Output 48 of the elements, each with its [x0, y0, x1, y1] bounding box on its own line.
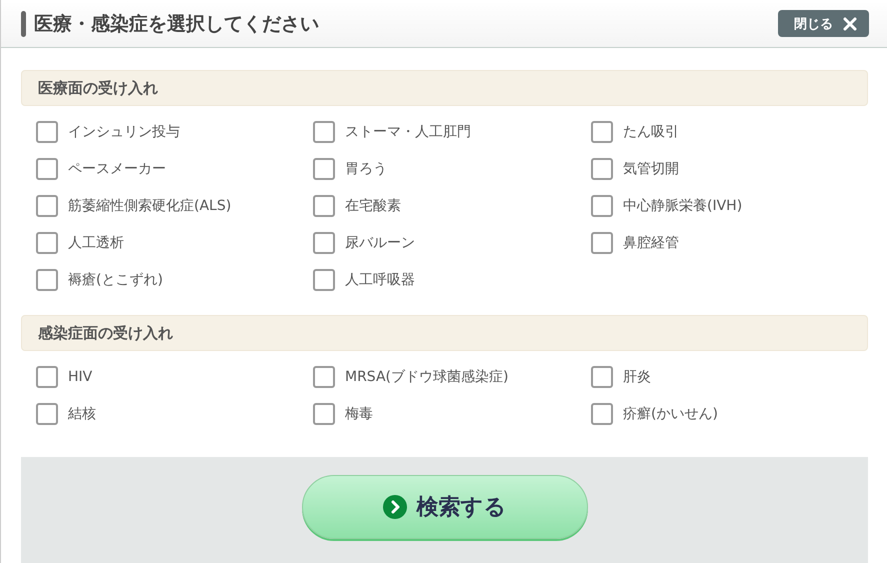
- checkbox[interactable]: [591, 402, 613, 424]
- checkbox[interactable]: [313, 268, 335, 290]
- checkbox-label: 人工透析: [68, 234, 124, 252]
- checkbox[interactable]: [313, 402, 335, 424]
- checkbox-label: 尿バルーン: [345, 234, 415, 252]
- checkbox-label: 結核: [68, 404, 96, 422]
- checkbox-label: 疥癬(かいせん): [623, 404, 718, 422]
- checkbox[interactable]: [591, 194, 613, 216]
- checkbox[interactable]: [591, 366, 613, 388]
- search-button[interactable]: 検索する: [302, 475, 588, 539]
- checkbox[interactable]: [313, 232, 335, 254]
- close-icon: [843, 16, 857, 30]
- checkbox[interactable]: [36, 366, 58, 388]
- checkbox-label: 鼻腔経管: [623, 234, 679, 252]
- checkbox-label: 梅毒: [345, 404, 373, 422]
- checkbox[interactable]: [36, 402, 58, 424]
- checkbox-label: 肝炎: [623, 368, 651, 386]
- checkbox[interactable]: [591, 158, 613, 180]
- checkbox-label: ストーマ・人工肛門: [345, 122, 471, 140]
- checkbox[interactable]: [36, 120, 58, 142]
- checkbox-label: 気管切開: [623, 160, 679, 178]
- close-button[interactable]: 閉じる: [778, 10, 869, 37]
- checkbox[interactable]: [36, 158, 58, 180]
- dialog-title: 医療・感染症を選択してください: [34, 12, 320, 36]
- chevron-icon: [382, 495, 406, 519]
- checkbox[interactable]: [36, 268, 58, 290]
- checkbox-label: 在宅酸素: [345, 196, 401, 214]
- checkbox-label: 褥瘡(とこずれ): [68, 270, 163, 288]
- checkbox[interactable]: [36, 232, 58, 254]
- checkbox[interactable]: [313, 120, 335, 142]
- checkbox-label: たん吸引: [623, 122, 679, 140]
- checkbox-label: 筋萎縮性側索硬化症(ALS): [68, 196, 232, 214]
- checkbox[interactable]: [313, 366, 335, 388]
- section-heading: 感染症面の受け入れ: [21, 315, 868, 351]
- title-accent-bar: [21, 10, 26, 36]
- section-heading: 医療面の受け入れ: [21, 70, 868, 106]
- checkbox[interactable]: [591, 120, 613, 142]
- checkbox-label: インシュリン投与: [68, 122, 180, 140]
- checkbox[interactable]: [36, 194, 58, 216]
- checkbox[interactable]: [591, 232, 613, 254]
- checkbox[interactable]: [313, 194, 335, 216]
- checkbox-label: MRSA(ブドウ球菌感染症): [345, 368, 508, 386]
- checkbox-label: ペースメーカー: [68, 160, 166, 178]
- checkbox[interactable]: [313, 158, 335, 180]
- checkbox-label: 胃ろう: [345, 160, 387, 178]
- checkbox-label: 中心静脈栄養(IVH): [623, 196, 742, 214]
- checkbox-label: HIV: [68, 368, 92, 384]
- checkbox-label: 人工呼吸器: [345, 270, 415, 288]
